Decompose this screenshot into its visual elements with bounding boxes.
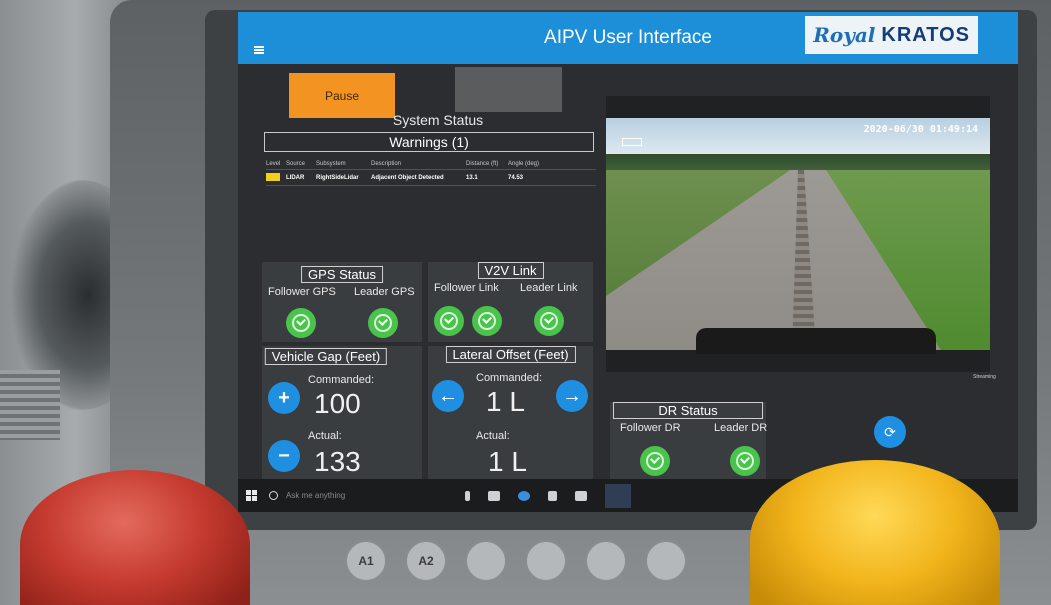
decrease-gap-button[interactable]: − (268, 440, 300, 472)
camera-timestamp: 2020-06/30 01:49:14 (863, 124, 978, 135)
column-header: Level (266, 160, 281, 167)
vehicle-gap-title: Vehicle Gap (Feet) (264, 348, 388, 365)
table-cell: 74.53 (508, 174, 524, 181)
leader-dr-check-icon (730, 446, 760, 476)
edge-browser-icon[interactable] (518, 490, 530, 501)
warning-level-cell (266, 172, 286, 183)
gps-status-title: GPS Status (301, 266, 383, 283)
windows-hardware-button[interactable] (585, 540, 627, 582)
cortana-icon (269, 491, 278, 500)
offset-actual-label: Actual: (476, 430, 510, 442)
lateral-offset-panel: Lateral Offset (Feet) Commanded: ← → 1 L… (428, 346, 593, 479)
leader-gps-label: Leader GPS (354, 286, 415, 298)
gap-actual-value: 133 (314, 446, 361, 477)
vehicle-gap-panel: Vehicle Gap (Feet) Commanded: + 100 Actu… (262, 346, 422, 479)
follower-gps-check-icon (286, 308, 316, 338)
file-explorer-icon[interactable] (548, 490, 557, 501)
disabled-button[interactable] (455, 67, 562, 112)
leader-link-check-icon (534, 306, 564, 336)
column-header: Angle (deg) (508, 160, 540, 167)
a1-hardware-button[interactable]: A1 (345, 540, 387, 582)
tablet-hardware-buttons: A1 A2 (345, 540, 687, 582)
warnings-header: Warnings (1) (264, 132, 594, 152)
dash-grille (0, 370, 60, 440)
app-title: AIPV User Interface (544, 27, 712, 48)
taskbar-search[interactable]: Ask me anything (269, 485, 429, 507)
task-view-icon[interactable] (488, 490, 500, 501)
tablet-screen: AIPV User Interface Royal KRATOS Pause S… (238, 12, 1018, 512)
offset-actual-value: 1 L (488, 446, 527, 477)
increase-gap-button[interactable]: + (268, 382, 300, 414)
leader-link-label: Leader Link (520, 282, 578, 294)
column-header: Description (371, 160, 402, 167)
table-header-row: Level Source Subsystem Description Dista… (266, 158, 596, 170)
vehicle-hood (696, 328, 936, 354)
gps-status-panel: GPS Status Follower GPS Leader GPS (262, 262, 422, 342)
hamburger-menu-icon[interactable] (254, 46, 264, 54)
active-app-icon[interactable] (605, 483, 631, 508)
refresh-button[interactable]: ⟳ (874, 416, 906, 448)
main-content: Pause System Status Warnings (1) Level S… (238, 64, 1018, 479)
v2v-link-title: V2V Link (477, 262, 544, 279)
follower-dr-label: Follower DR (620, 422, 681, 434)
table-cell: Adjacent Object Detected (371, 174, 444, 181)
system-status-title: System Status (392, 112, 484, 128)
follower-link-check-icon (434, 306, 464, 336)
dr-status-panel: DR Status Follower DR Leader DR (610, 402, 768, 479)
windows-start-icon[interactable] (246, 490, 257, 501)
brand-kratos: KRATOS (881, 23, 970, 46)
camera-feed: 2020-06/30 01:49:14 (606, 96, 990, 372)
follower-gps-label: Follower GPS (268, 286, 336, 298)
v2v-link-panel: V2V Link Follower Link Leader Link (428, 262, 593, 342)
column-header: Source (286, 160, 306, 167)
brand-logo: Royal KRATOS (805, 16, 978, 54)
taskbar-icons (465, 483, 631, 508)
camera-caption: Streaming (973, 374, 996, 380)
offset-commanded-label: Commanded: (476, 372, 543, 384)
volume-down-hardware-button[interactable] (465, 540, 507, 582)
table-row[interactable]: LIDAR RightSideLidar Adjacent Object Det… (266, 170, 596, 186)
leader-dr-label: Leader DR (714, 422, 768, 434)
offset-commanded-value: 1 L (486, 386, 525, 417)
warnings-table: Level Source Subsystem Description Dista… (266, 158, 596, 186)
app-window-icon[interactable] (575, 490, 587, 501)
app-header: AIPV User Interface Royal KRATOS (238, 12, 1018, 64)
column-header: Distance (ft) (466, 160, 499, 167)
camera-label-box (622, 138, 642, 146)
brand-royal: Royal (813, 23, 876, 47)
table-cell: RightSideLidar (316, 174, 359, 181)
warning-level-badge (266, 172, 280, 181)
follower-link-check-icon (472, 306, 502, 336)
table-cell: LIDAR (286, 174, 305, 181)
taskbar-search-placeholder: Ask me anything (286, 491, 346, 500)
column-header: Subsystem (316, 160, 346, 167)
gap-commanded-value: 100 (314, 388, 361, 419)
shift-right-button[interactable]: → (556, 380, 588, 412)
leader-gps-check-icon (368, 308, 398, 338)
camera-hardware-button[interactable] (645, 540, 687, 582)
gap-actual-label: Actual: (308, 430, 342, 442)
a2-hardware-button[interactable]: A2 (405, 540, 447, 582)
table-cell: 13.1 (466, 174, 478, 181)
follower-link-label: Follower Link (434, 282, 499, 294)
dr-status-title: DR Status (613, 402, 763, 419)
lateral-offset-title: Lateral Offset (Feet) (445, 346, 576, 363)
follower-dr-check-icon (640, 446, 670, 476)
shift-left-button[interactable]: ← (432, 380, 464, 412)
microphone-icon[interactable] (465, 490, 470, 501)
gap-commanded-label: Commanded: (308, 374, 375, 386)
volume-up-hardware-button[interactable] (525, 540, 567, 582)
camera-treeline (606, 154, 990, 170)
